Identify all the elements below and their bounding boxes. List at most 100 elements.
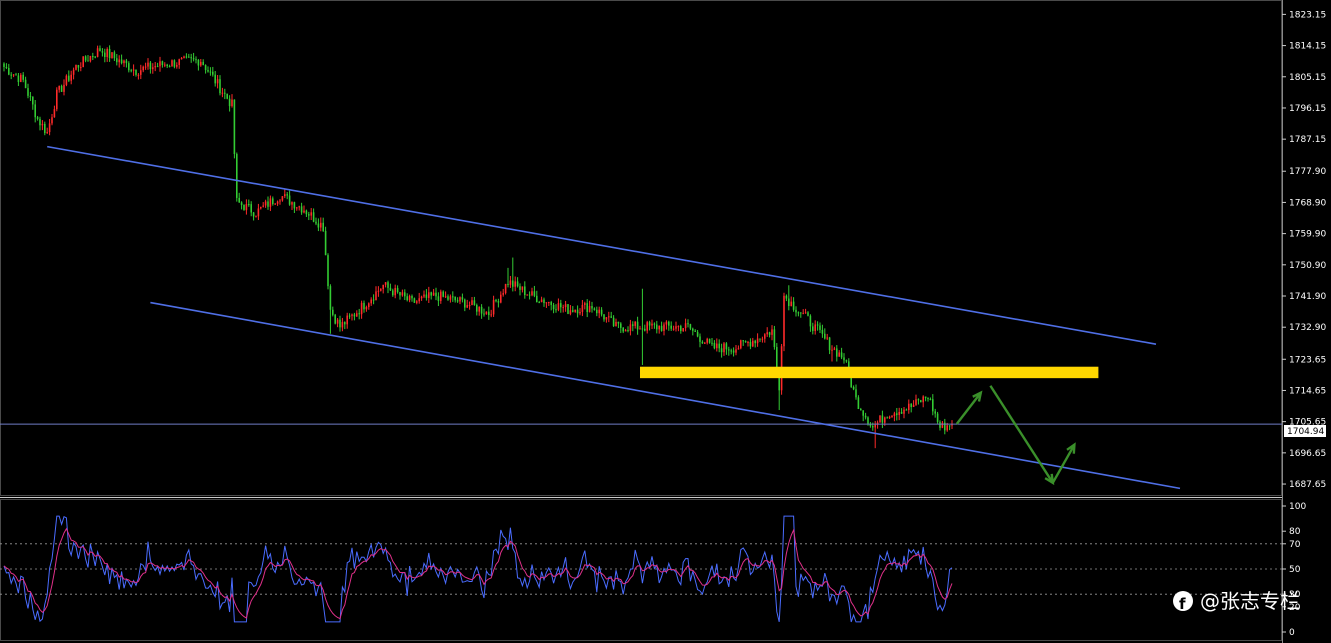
candle-body [485,311,488,315]
candle-body [656,324,658,330]
candle-body [644,328,646,331]
candle-body [579,311,581,314]
candle-body [560,303,562,308]
candle-body [759,338,761,340]
candle-body [303,210,305,213]
candle-body [653,323,656,325]
candle-body [190,57,192,59]
candle-body [480,306,483,314]
candle-body [840,352,843,358]
candle-body [428,292,430,298]
candle-body [238,197,240,203]
candle-body [236,154,238,198]
candle-body [891,416,893,418]
candle-body [363,302,365,310]
candle-body [48,123,51,133]
candle-body [200,61,202,66]
candle-body [874,424,876,428]
candle-body [588,305,591,312]
candle-body [411,295,413,299]
candle-body [29,95,32,97]
candle-body [706,338,708,343]
candle-body [461,297,464,300]
candle-body [75,64,77,70]
candle-body [519,286,521,290]
candle-body [442,291,444,297]
candle-body [514,281,516,287]
price-tick-label: 1732.90 [1289,323,1326,333]
candle-body [101,51,104,53]
candle-body [315,221,317,224]
candle-body [202,61,204,66]
candle-body [867,417,869,425]
candle-body [910,403,912,408]
candle-body [502,293,504,295]
candle-body [185,56,188,58]
candle-body [72,69,75,75]
candle-body [675,326,677,329]
candle-body [852,386,855,390]
candle-body [296,207,298,209]
candle-body [627,330,629,332]
candle-body [3,63,5,68]
candle-body [936,413,939,422]
candle-body [869,424,872,427]
candle-body [396,288,399,293]
candle-body [118,59,120,63]
candle-body [879,415,881,423]
candle-body [658,325,660,330]
price-tick-label: 1768.90 [1289,198,1326,208]
candle-body [884,417,886,423]
candle-body [552,304,555,310]
candle-body [372,299,375,301]
candle-body [473,300,476,305]
forecast-arrow [955,391,982,425]
candle-body [262,205,264,207]
candle-body [752,340,754,347]
price-chart: 1823.15 1814.15 1805.15 1796.15 1787.15 1777.… [0,0,1326,643]
candle-body [339,319,341,328]
candle-body [932,399,934,412]
candle-body [768,332,771,335]
candle-body [922,396,924,403]
candle-body [180,57,183,60]
candle-body [576,309,579,314]
candle-body [569,310,572,314]
candle-body [886,417,888,419]
candle-body [104,52,106,58]
candle-body [240,202,243,206]
candle-body [15,74,17,76]
candle-body [586,303,588,312]
candle-body [939,421,941,428]
watermark-text: @张志专栏 [1200,589,1300,613]
candle-body [819,325,821,330]
candle-body [872,426,874,428]
candle-body [771,329,773,335]
candle-body [562,307,564,309]
candle-body [857,397,860,410]
candle-body [298,206,300,208]
candle-body [646,322,648,331]
candle-body [740,340,742,349]
candle-body [152,67,154,70]
candle-body [387,282,389,288]
candle-body [207,70,209,72]
candle-body [845,360,848,362]
candle-body [269,198,272,207]
candle-body [413,298,416,303]
candle-body [132,69,135,71]
candle-body [468,305,471,307]
candle-body [22,74,24,80]
candle-body [920,400,922,403]
candle-body [946,425,948,431]
candle-body [80,67,82,69]
candle-body [903,409,905,414]
candle-body [281,196,284,201]
candle-body [860,409,862,411]
main-panel-frame [0,0,1282,496]
candle-body [915,399,917,405]
candle-body [766,332,768,335]
candle-body [255,216,257,218]
candle-body [567,304,569,314]
candle-body [670,325,672,329]
